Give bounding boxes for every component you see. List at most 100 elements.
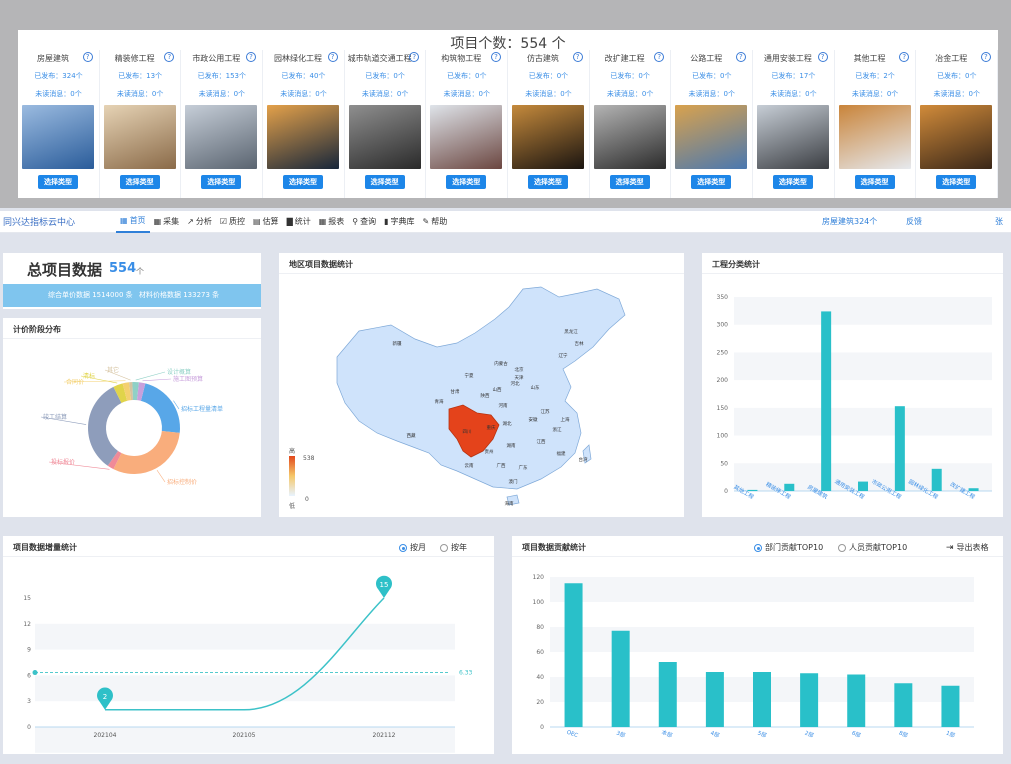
donut-slice[interactable] — [113, 430, 180, 474]
province-label: 澳门 — [509, 478, 518, 485]
type-name: 构筑物工程 — [441, 54, 482, 63]
contribution-bar[interactable] — [941, 685, 960, 727]
category-bar[interactable] — [747, 489, 758, 491]
x-tick: 2部 — [804, 729, 816, 740]
category-bar[interactable] — [894, 406, 905, 491]
select-type-button[interactable]: 选择类型 — [936, 175, 977, 189]
nav-item[interactable]: ✎ 帮助 — [419, 211, 452, 233]
category-bar[interactable] — [858, 481, 868, 491]
contribution-bar[interactable] — [894, 683, 913, 727]
province-label: 西藏 — [407, 432, 416, 439]
nav-item[interactable]: ⚲ 查询 — [348, 211, 380, 233]
category-bar[interactable] — [968, 488, 979, 491]
type-card: 公路工程? 已发布：0个 未读消息：0个 选择类型 — [671, 50, 753, 198]
select-type-button[interactable]: 选择类型 — [854, 175, 895, 189]
contribution-bar[interactable] — [847, 674, 866, 728]
current-type-link[interactable]: 房屋建筑324个 — [822, 216, 877, 227]
province-label: 贵州 — [485, 448, 494, 455]
slice-label: 设计概算 — [167, 368, 191, 376]
type-name: 其他工程 — [853, 54, 886, 63]
help-icon[interactable]: ? — [82, 52, 93, 62]
slice-label: 施工图预算 — [173, 375, 203, 383]
help-icon[interactable]: ? — [327, 52, 338, 62]
label-leader — [142, 378, 172, 382]
type-thumbnail — [266, 105, 339, 169]
help-icon[interactable]: ? — [817, 52, 828, 62]
select-type-button[interactable]: 选择类型 — [364, 175, 405, 189]
help-icon[interactable]: ? — [490, 52, 501, 62]
category-bar[interactable] — [931, 468, 942, 491]
province-label: 青海 — [435, 398, 444, 405]
select-type-button[interactable]: 选择类型 — [527, 175, 568, 189]
help-icon[interactable]: ? — [572, 52, 583, 62]
contribution-bar[interactable] — [753, 672, 771, 727]
select-type-button[interactable]: 选择类型 — [772, 175, 813, 189]
nav-item[interactable]: ▦ 采集 — [150, 211, 184, 233]
contribution-bar[interactable] — [705, 672, 724, 727]
average-start-dot — [32, 670, 38, 676]
nav-item[interactable]: ☑ 质控 — [216, 211, 249, 233]
donut-chart: 招标工程量清单招标控制价 投标报价 竣工结算 清标合同价 其它 设计概算施工图预算 — [40, 366, 223, 486]
contribution-bar-chart: 120 100 80 60 40 20 0 OEC 3部 本部 4部 5部 2部 6部 8部 1部 — [533, 574, 974, 740]
province-label: 海南 — [505, 500, 514, 507]
region-map-card: 地区项目数据统计 黑龙江 吉林 辽宁 新疆 内蒙古 北京 天津 宁夏 河北 山西 青海 甘肃 陕西 山东河… — [279, 253, 684, 517]
table-icon: ▦ — [318, 217, 327, 226]
contribution-bar[interactable] — [800, 673, 819, 727]
nav-item[interactable]: ▦ 报表 — [315, 211, 349, 233]
x-tick: OEC — [566, 730, 579, 740]
nav-item[interactable]: ▤ 估算 — [249, 211, 283, 233]
nav-item[interactable]: ▇ 统计 — [283, 211, 315, 233]
category-bar[interactable] — [784, 483, 795, 491]
legend-gradient[interactable] — [289, 456, 295, 496]
type-thumbnail — [185, 105, 258, 169]
y-tick: 0 — [724, 488, 728, 495]
data-count-strip: 综合单价数据 1514000 条 材料价格数据 133273 条 — [3, 284, 261, 307]
total-unit: 个 — [136, 267, 144, 276]
donut-slice[interactable] — [140, 383, 180, 433]
contribution-bar[interactable] — [658, 662, 677, 727]
type-thumbnail — [920, 105, 993, 169]
user-link[interactable]: 张 — [995, 216, 1003, 227]
help-icon[interactable]: ? — [980, 52, 991, 62]
y-tick: 120 — [533, 574, 545, 581]
type-card: 构筑物工程? 已发布：0个 未读消息：0个 选择类型 — [426, 50, 508, 198]
select-type-button[interactable]: 选择类型 — [282, 175, 323, 189]
category-bar[interactable] — [821, 311, 832, 491]
unread-count: 未读消息：0个 — [280, 90, 327, 98]
published-count: 已发布：0个 — [610, 72, 650, 80]
help-icon[interactable]: ? — [899, 52, 910, 62]
y-tick: 15 — [23, 595, 31, 602]
nav-label: 首页 — [129, 216, 146, 225]
help-icon[interactable]: ? — [654, 52, 665, 62]
province-label: 台湾 — [579, 456, 588, 463]
grid-band — [734, 407, 992, 436]
nav-item[interactable]: ▦ 首页 — [116, 211, 150, 233]
province-label: 陕西 — [481, 392, 490, 399]
slice-label: 投标报价 — [51, 458, 75, 466]
select-type-button[interactable]: 选择类型 — [119, 175, 160, 189]
select-type-button[interactable]: 选择类型 — [446, 175, 487, 189]
calculator-icon: ▤ — [253, 217, 261, 226]
grid-icon: ▦ — [153, 217, 162, 226]
x-tick: 202105 — [233, 732, 256, 739]
type-card: 通用安装工程? 已发布：17个 未读消息：0个 选择类型 — [753, 50, 835, 198]
nav-item[interactable]: ▮ 字典库 — [380, 211, 418, 233]
help-icon[interactable]: ? — [245, 52, 256, 62]
feedback-link[interactable]: 反馈 — [906, 216, 922, 227]
y-tick: 0 — [27, 724, 31, 731]
select-type-button[interactable]: 选择类型 — [691, 175, 732, 189]
help-icon[interactable]: ? — [409, 52, 420, 62]
contribution-bar[interactable] — [564, 583, 583, 727]
nav-item[interactable]: ↗ 分析 — [183, 211, 216, 233]
select-type-button[interactable]: 选择类型 — [201, 175, 242, 189]
help-icon[interactable]: ? — [164, 52, 175, 62]
help-icon[interactable]: ? — [735, 52, 746, 62]
select-type-button[interactable]: 选择类型 — [609, 175, 650, 189]
legend-min: 0 — [305, 496, 309, 503]
select-type-button[interactable]: 选择类型 — [38, 175, 78, 189]
china-map[interactable]: 黑龙江吉林辽宁 新疆内蒙古北京天津 宁夏河北山西青海甘肃陕西 山东河南江苏西藏 四川 湖北… — [279, 253, 684, 517]
contribution-bar[interactable] — [611, 630, 630, 727]
type-thumbnail — [348, 105, 421, 169]
published-count: 已发布：324个 — [34, 72, 83, 80]
published-count: 已发布：0个 — [692, 72, 732, 80]
